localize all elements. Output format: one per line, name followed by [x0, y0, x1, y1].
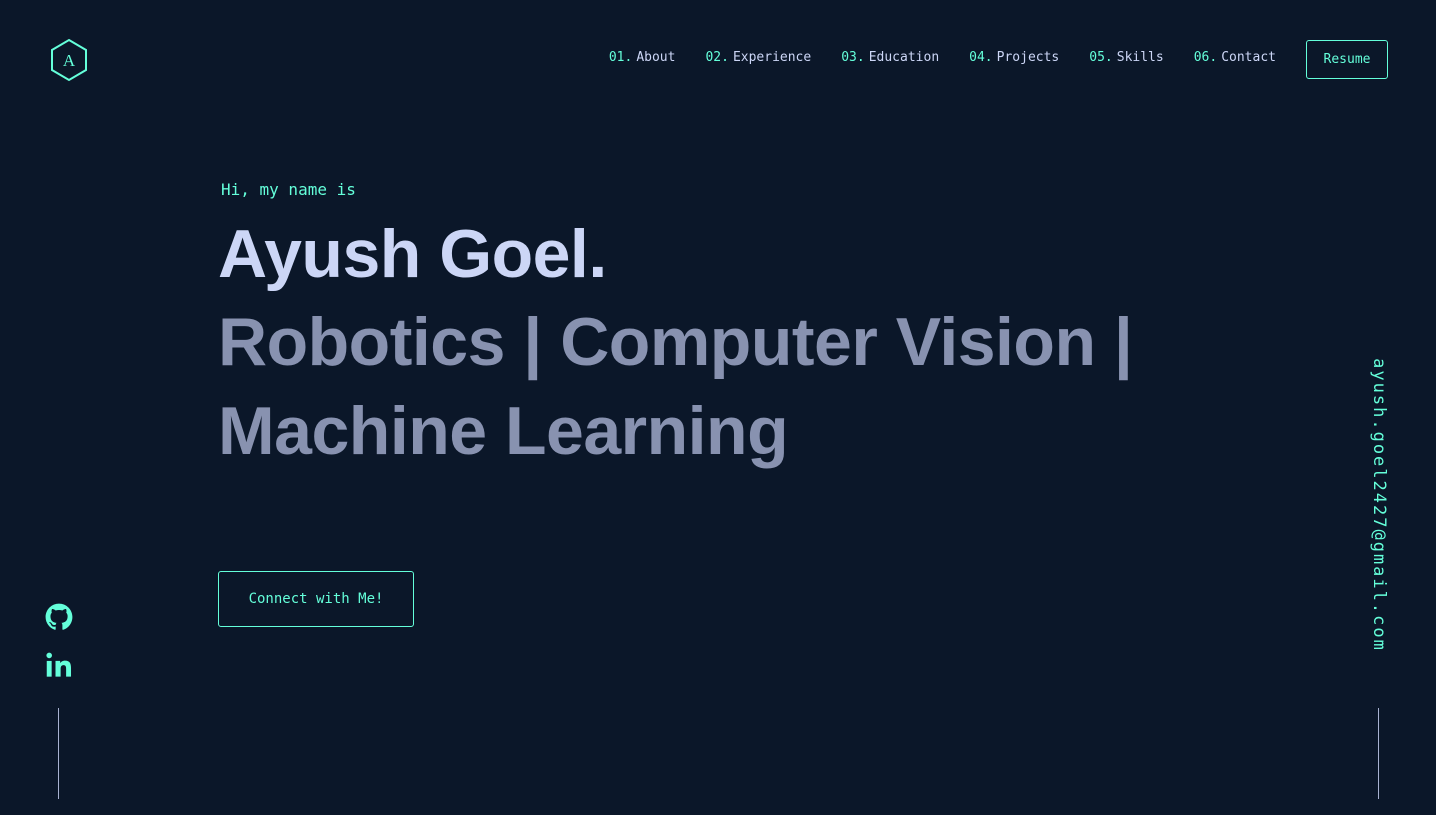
nav-number: 06. [1193, 50, 1218, 65]
portfolio-page: A 01. About 02. Experience 03. Education 04… [0, 0, 1436, 815]
nav-number: 05. [1089, 50, 1113, 65]
nav-label: Projects [996, 50, 1060, 65]
linkedin-icon [46, 652, 72, 677]
hero-tagline: Robotics | Computer Vision | Machine Lea… [218, 304, 1133, 469]
nav-item-education[interactable]: 03. Education [841, 50, 939, 65]
nav-label: Skills [1116, 50, 1164, 65]
nav-label: About [636, 50, 676, 65]
logo-home-link[interactable]: A [49, 38, 89, 82]
main-nav: 01. About 02. Experience 03. Education 04. P… [609, 50, 1276, 65]
connect-button[interactable]: Connect with Me! [218, 571, 414, 627]
linkedin-link[interactable] [45, 651, 73, 679]
github-link[interactable] [45, 603, 73, 631]
hexagon-logo-icon: A [51, 38, 87, 82]
nav-label: Contact [1221, 50, 1276, 65]
nav-label: Education [868, 50, 940, 65]
nav-number: 01. [608, 50, 633, 65]
nav-number: 02. [705, 50, 729, 65]
github-icon [45, 603, 73, 630]
left-rail-divider [58, 708, 59, 799]
nav-item-skills[interactable]: 05. Skills [1089, 50, 1163, 65]
resume-button[interactable]: Resume [1306, 40, 1388, 79]
nav-item-experience[interactable]: 02. Experience [705, 50, 811, 65]
nav-number: 03. [841, 50, 865, 65]
nav-label: Experience [732, 50, 812, 65]
email-link[interactable]: ayush.goel2427@gmail.com [1369, 358, 1389, 652]
logo-letter: A [63, 51, 76, 70]
nav-item-projects[interactable]: 04. Projects [969, 50, 1059, 65]
hero-greeting: Hi, my name is [221, 180, 356, 199]
nav-number: 04. [969, 50, 993, 65]
nav-item-contact[interactable]: 06. Contact [1194, 50, 1276, 65]
right-rail-divider [1378, 708, 1379, 799]
nav-item-about[interactable]: 01. About [609, 50, 676, 65]
hero-name: Ayush Goel. [218, 216, 607, 292]
